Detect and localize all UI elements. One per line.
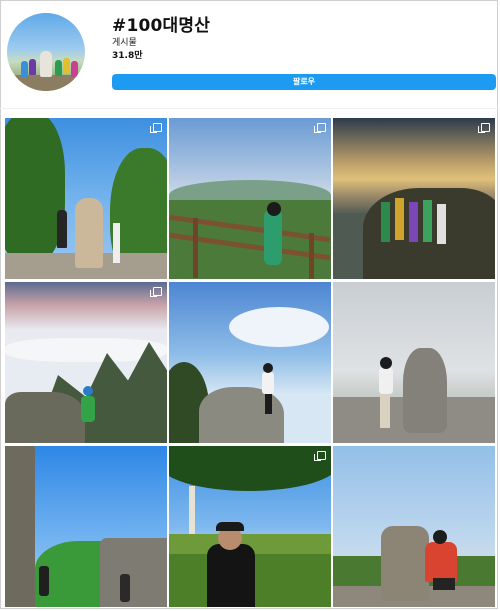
multiple-images-icon [314, 451, 326, 461]
multiple-images-icon [150, 287, 162, 297]
post-grid [5, 118, 495, 608]
posts-label: 게시물 [112, 38, 137, 48]
post-tile[interactable] [5, 446, 167, 607]
post-tile[interactable] [169, 446, 331, 607]
hashtag-header: #100대명산 게시물 31.8만 팔로우 [0, 0, 500, 110]
header-divider [0, 108, 500, 109]
multiple-images-icon [150, 123, 162, 133]
multiple-images-icon [478, 123, 490, 133]
post-tile[interactable] [333, 446, 495, 607]
follow-button[interactable]: 팔로우 [112, 74, 496, 90]
multiple-images-icon [314, 123, 326, 133]
post-tile[interactable] [169, 282, 331, 443]
posts-count: 31.8만 [112, 51, 143, 61]
post-tile[interactable] [5, 282, 167, 443]
hashtag-avatar [7, 13, 85, 91]
post-tile[interactable] [169, 118, 331, 279]
post-tile[interactable] [333, 282, 495, 443]
post-tile[interactable] [5, 118, 167, 279]
post-tile[interactable] [333, 118, 495, 279]
hashtag-title: #100대명산 [112, 16, 211, 36]
